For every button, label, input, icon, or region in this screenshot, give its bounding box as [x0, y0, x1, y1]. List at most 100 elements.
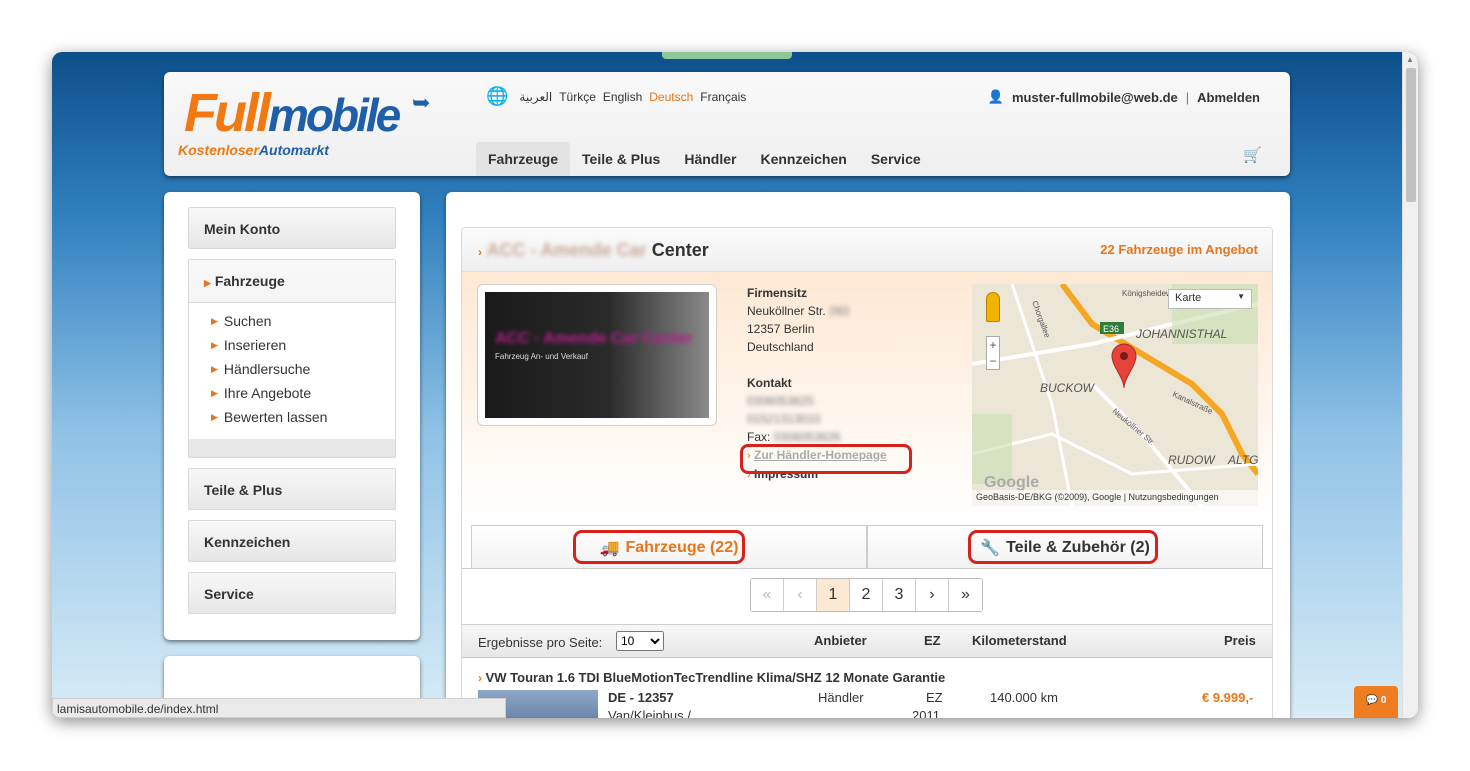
contact-label: Kontakt [747, 376, 792, 390]
tabs-divider [462, 568, 1272, 569]
sidebar-service[interactable]: Service [188, 572, 396, 614]
street-number: 283 [829, 304, 850, 318]
sidebar-item-label: Ihre Angebote [223, 385, 312, 401]
listing-seller: Händler [818, 690, 864, 705]
lang-french[interactable]: Français [700, 90, 746, 104]
phone-2: 01521313010 [747, 412, 821, 426]
listing-title[interactable]: › VW Touran 1.6 TDI BlueMotionTecTrendli… [478, 670, 945, 685]
listing-ez-year: 2011 [912, 708, 940, 718]
pager-page-3[interactable]: 3 [883, 579, 916, 611]
user-email-link[interactable]: muster-fullmobile@web.de [1012, 90, 1178, 105]
page-scrollbar[interactable]: ▲ [1402, 52, 1418, 718]
nav-parts[interactable]: Teile & Plus [570, 142, 672, 176]
logo-tagline-a: Kostenloser [178, 142, 259, 158]
scroll-up-icon[interactable]: ▲ [1406, 55, 1414, 64]
map-canvas: JOHANNISTHAL BUCKOW RUDOW ALTG E36 König… [972, 284, 1258, 506]
dealer-name-blurred: ACC - Amende Car [486, 240, 647, 260]
logo-arrow-icon: ➥ [412, 90, 431, 115]
caret-right-icon: › [478, 245, 482, 259]
globe-icon: 🌐 [486, 86, 509, 106]
logo-word-full: Full [184, 83, 271, 143]
per-page-select[interactable]: 10 [616, 631, 664, 651]
fax-number: 0306053626 [773, 430, 841, 444]
map-label-johannisthal: JOHANNISTHAL [1135, 327, 1227, 341]
sidebar-vehicles-submenu: ▶ Suchen ▶ Inserieren ▶ Händlersuche ▶ Ihre … [189, 302, 395, 439]
lang-arabic[interactable]: العربية [519, 90, 552, 104]
lang-english[interactable]: English [603, 90, 642, 104]
cart-icon[interactable]: 🛒 [1243, 146, 1262, 164]
lang-german[interactable]: Deutsch [649, 90, 693, 104]
street-line: Neuköllner Str. 283 [747, 302, 887, 320]
dealer-banner-image: ACC - Amende Car Center Fahrzeug An- und… [485, 292, 709, 418]
logo-tagline: KostenloserAutomarkt [178, 142, 329, 158]
zoom-in-button[interactable]: + [987, 337, 999, 353]
logout-link[interactable]: Abmelden [1197, 90, 1260, 105]
sidebar-parts[interactable]: Teile & Plus [188, 468, 396, 510]
pager-first[interactable]: « [751, 579, 784, 611]
map-attribution: GeoBasis-DE/BKG (©2009), Google [976, 492, 1122, 502]
dealer-map[interactable]: JOHANNISTHAL BUCKOW RUDOW ALTG E36 König… [972, 284, 1258, 506]
dealer-offer-count[interactable]: 22 Fahrzeuge im Angebot [1100, 242, 1258, 257]
caret-right-icon: ▶ [211, 315, 218, 326]
col-seller[interactable]: Anbieter [814, 633, 867, 648]
map-label-chorgallee: Chorgallee [1030, 300, 1052, 340]
listing-mileage: 140.000 km [990, 690, 1058, 705]
table-row[interactable]: › VW Touran 1.6 TDI BlueMotionTecTrendli… [462, 660, 1272, 718]
nav-service[interactable]: Service [859, 142, 933, 176]
nav-plates[interactable]: Kennzeichen [748, 142, 858, 176]
caret-right-icon: ▶ [211, 363, 218, 374]
hq-label: Firmensitz [747, 286, 808, 300]
pager-next[interactable]: › [916, 579, 949, 611]
map-terms-link[interactable]: Nutzungsbedingungen [1129, 492, 1219, 502]
sidebar: Mein Konto ▶ Fahrzeuge ▶ Suchen ▶ Inserier… [164, 192, 420, 640]
col-ez[interactable]: EZ [924, 633, 941, 648]
map-footer: GeoBasis-DE/BKG (©2009), Google | Nutzun… [972, 490, 1258, 506]
scrollbar-thumb[interactable] [1406, 68, 1416, 202]
sidebar-account[interactable]: Mein Konto [188, 207, 396, 249]
map-label-rudow: RUDOW [1168, 453, 1216, 467]
user-separator: | [1185, 89, 1190, 105]
dealer-header: › ACC - Amende Car Center 22 Fahrzeuge i… [462, 228, 1272, 272]
phone-1: 0306053625 [747, 394, 814, 408]
pager-page-2[interactable]: 2 [850, 579, 883, 611]
sidebar-item-label: Händlersuche [223, 361, 311, 377]
zoom-out-button[interactable]: − [987, 353, 999, 369]
site-header: Fullmobile ➥ KostenloserAutomarkt 🌐 العر… [164, 72, 1290, 176]
map-zoom-control[interactable]: + − [986, 336, 1000, 370]
street-view-pegman-icon[interactable] [986, 292, 1000, 322]
tab-parts-highlight [968, 530, 1158, 564]
nav-vehicles[interactable]: Fahrzeuge [476, 142, 571, 176]
chat-button[interactable]: 💬 0 [1354, 686, 1398, 718]
logo-wordmark: Fullmobile [184, 83, 401, 143]
main-nav: Fahrzeuge Teile & Plus Händler Kennzeich… [476, 142, 933, 176]
col-mileage[interactable]: Kilometerstand [972, 633, 1067, 648]
user-menu: 👤 muster-fullmobile@web.de | Abmelden [988, 89, 1260, 105]
dealer-banner: ACC - Amende Car Center Fahrzeug An- und… [477, 284, 717, 426]
map-label-buckow: BUCKOW [1040, 381, 1096, 395]
site-logo[interactable]: Fullmobile ➥ KostenloserAutomarkt [178, 86, 443, 166]
pager-prev[interactable]: ‹ [784, 579, 817, 611]
lang-turkish[interactable]: Türkçe [559, 90, 596, 104]
pager-last[interactable]: » [949, 579, 982, 611]
sidebar-item-your-offers[interactable]: ▶ Ihre Angebote [211, 385, 395, 401]
sidebar-plates[interactable]: Kennzeichen [188, 520, 396, 562]
street: Neuköllner Str. [747, 304, 826, 318]
pager-page-1[interactable]: 1 [817, 579, 850, 611]
language-switcher: 🌐 العربية Türkçe English Deutsch Françai… [486, 86, 746, 107]
col-price[interactable]: Preis [1224, 633, 1256, 648]
per-page-label: Ergebnisse pro Seite: [478, 635, 603, 650]
browser-status-bar: lamisautomobile.de/index.html [52, 698, 506, 718]
nav-dealers[interactable]: Händler [672, 142, 748, 176]
sidebar-vehicles[interactable]: ▶ Fahrzeuge [189, 260, 395, 302]
caret-right-icon: ▶ [211, 411, 218, 422]
main-content: › ACC - Amende Car Center 22 Fahrzeuge i… [446, 192, 1290, 718]
sidebar-item-advertise[interactable]: ▶ Inserieren [211, 337, 395, 353]
sidebar-item-dealer-search[interactable]: ▶ Händlersuche [211, 361, 395, 377]
listing-category: Van/Kleinbus / [608, 708, 691, 718]
user-icon: 👤 [987, 89, 1004, 104]
sidebar-item-rate[interactable]: ▶ Bewerten lassen [211, 409, 395, 425]
map-type-select[interactable]: Karte ▼ [1168, 289, 1252, 309]
sidebar-item-search[interactable]: ▶ Suchen [211, 313, 395, 329]
country: Deutschland [747, 340, 814, 354]
